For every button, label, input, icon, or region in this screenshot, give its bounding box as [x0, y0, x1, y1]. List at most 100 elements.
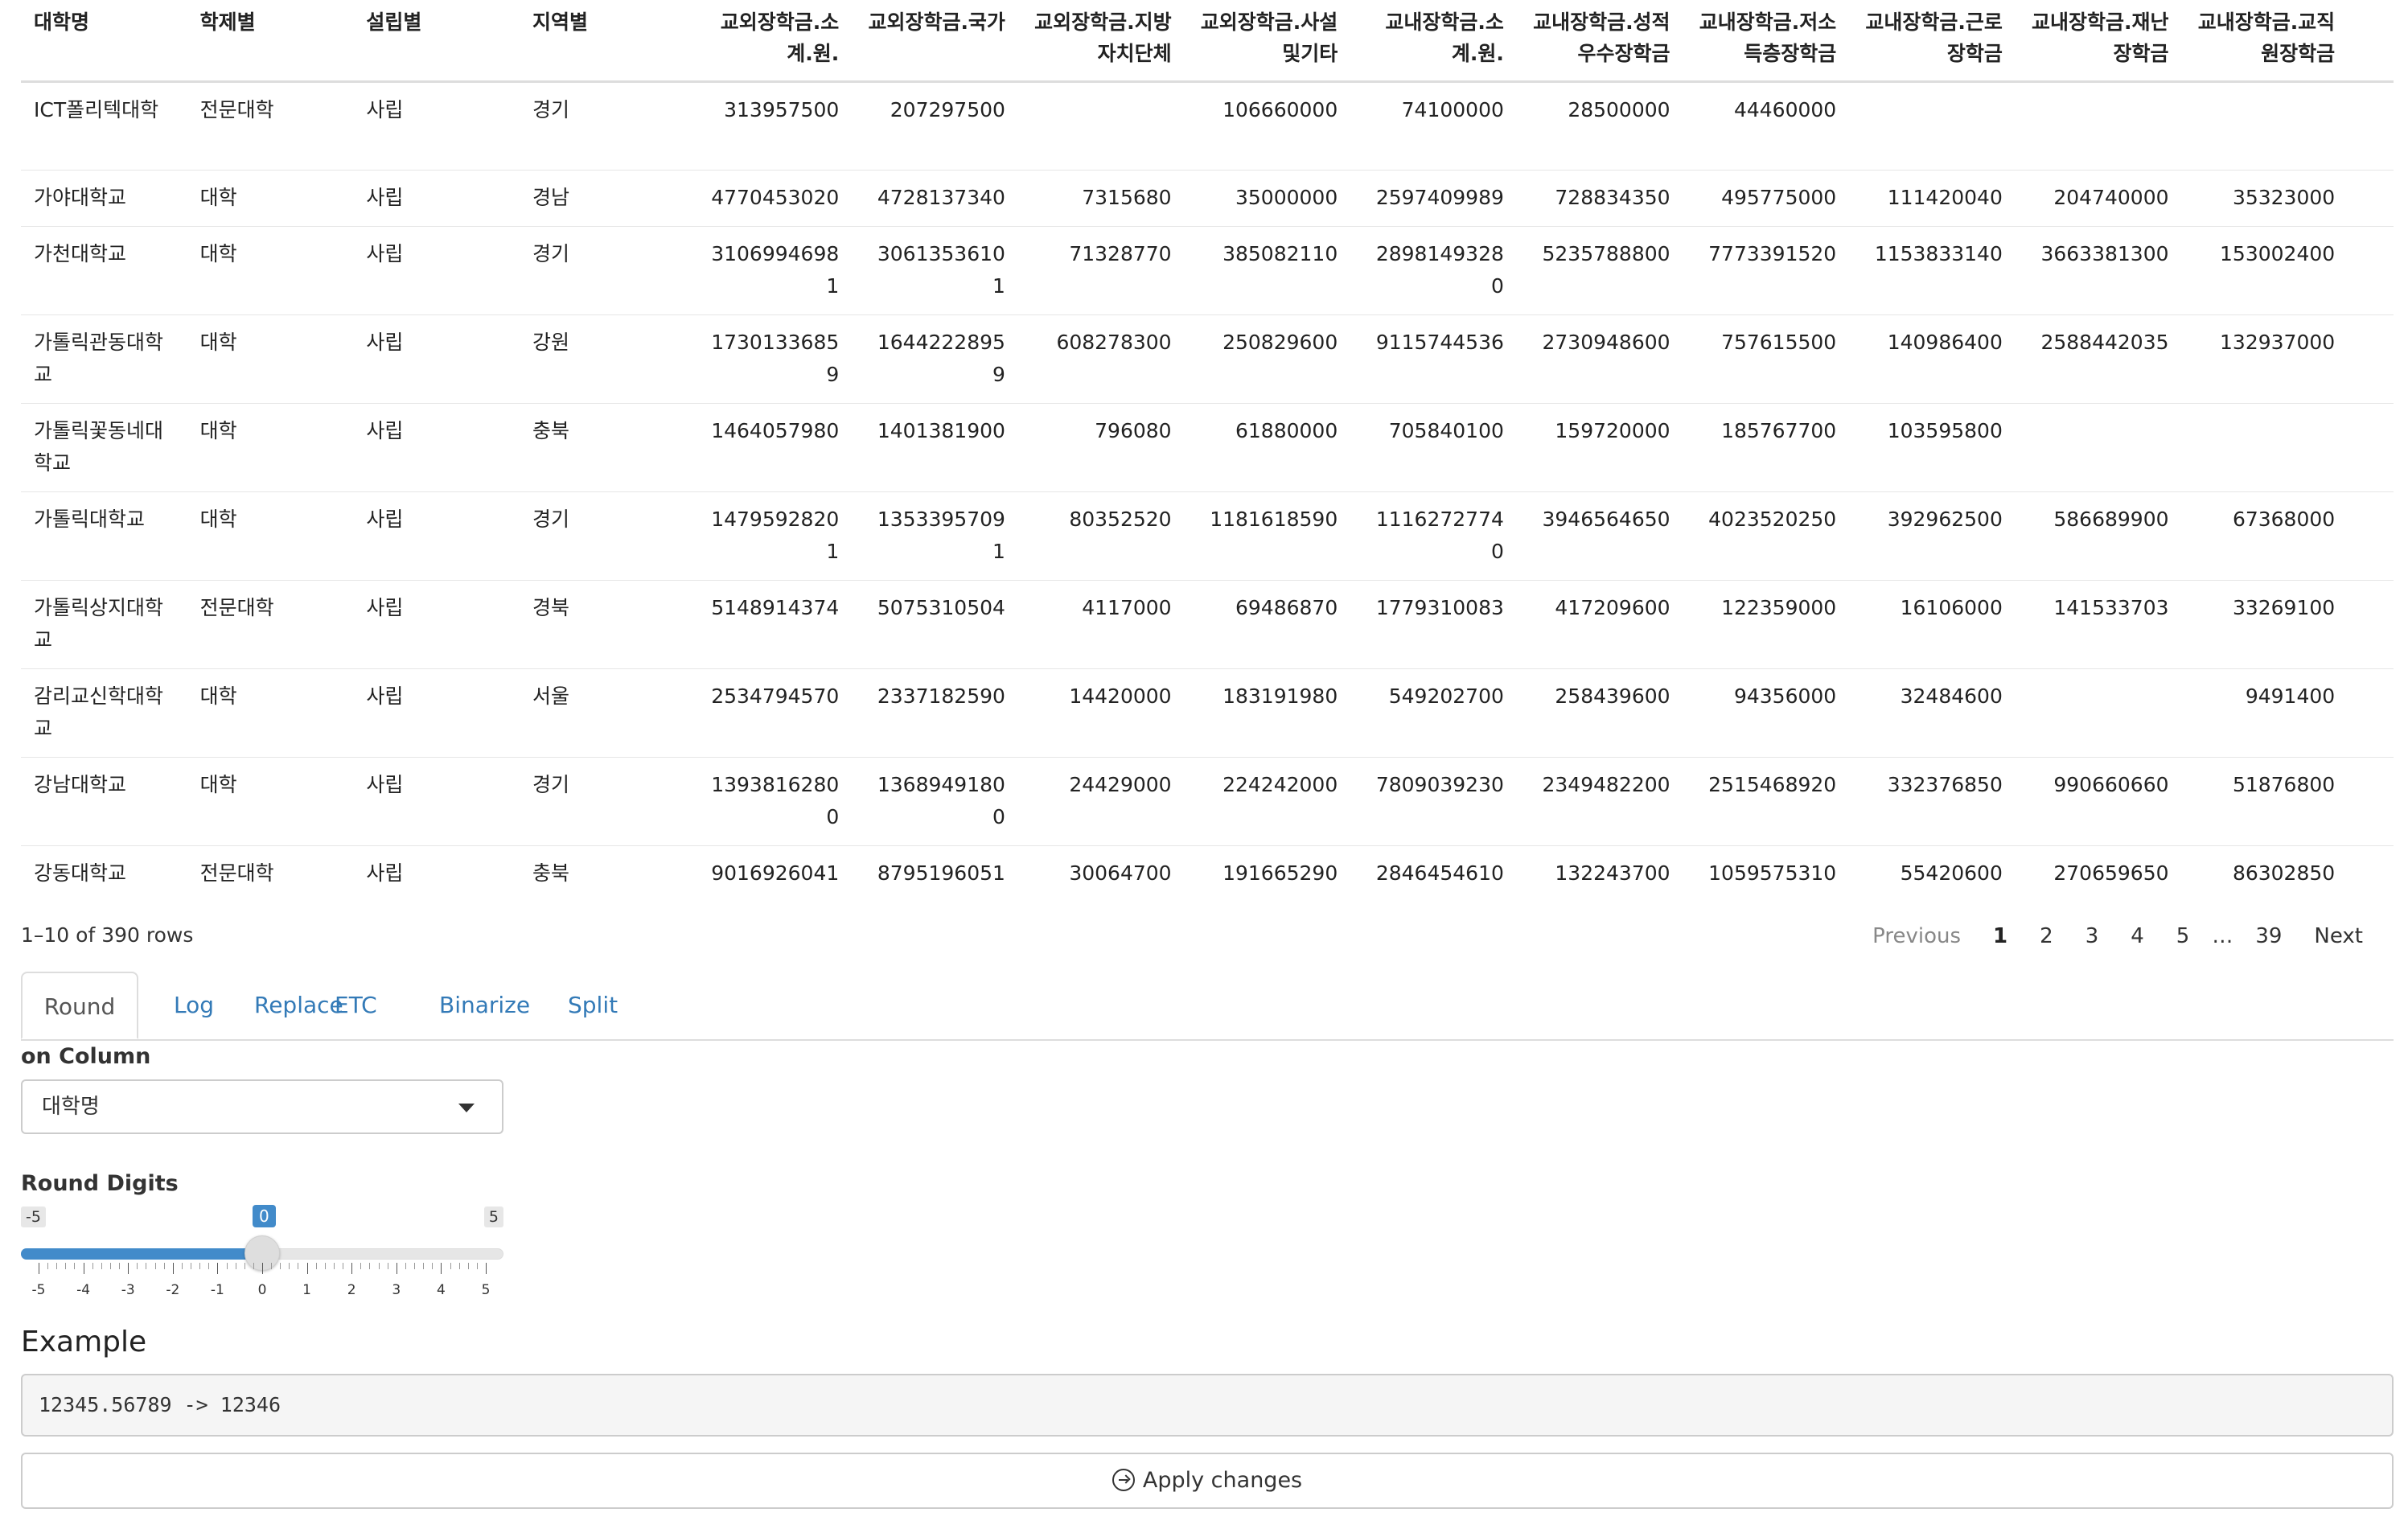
column-header[interactable]: 교내장학금.저소득층장학금 [1683, 0, 1850, 83]
tab-split[interactable]: Split [568, 972, 618, 1039]
table-cell: 705840100 [1350, 403, 1517, 492]
table-cell: 4117000 [1017, 580, 1185, 669]
table-cell: 가톨릭대학교 [21, 491, 187, 581]
table-row[interactable]: 가천대학교 대학 사립 경기 31069946981 30613536101 7132877… [21, 226, 2394, 315]
table-row[interactable]: 가톨릭꽃동네대학교 대학 사립 충북 1464057980 1401381900 79608… [21, 403, 2394, 492]
column-header[interactable]: 지역별 [519, 0, 686, 83]
tab-binarize[interactable]: Binarize [439, 972, 530, 1039]
table-cell: 강남대학교 [21, 757, 187, 846]
tab-replace[interactable]: Replace [254, 972, 343, 1039]
table-cell: 10488326 [2348, 580, 2394, 669]
table-cell: 3946564650 [1516, 491, 1683, 581]
column-label: on Column [21, 1044, 151, 1069]
pagination-page-4[interactable]: 4 [2114, 910, 2160, 962]
table-cell: 153002400 [2181, 226, 2348, 315]
table-cell: 2515468920 [1683, 757, 1850, 846]
slider-tick [208, 1263, 210, 1269]
table-row[interactable]: ICT폴리텍대학 전문대학 사립 경기 313957500 207297500 106660… [21, 81, 2394, 171]
slider-tick [119, 1263, 121, 1269]
slider-tick [56, 1263, 58, 1269]
apply-changes-label: Apply changes [1142, 1468, 1303, 1493]
table-cell [2015, 81, 2182, 171]
slider-tick [450, 1263, 451, 1269]
column-header[interactable]: 설립별 [353, 0, 520, 83]
table-cell: 9491400 [2181, 668, 2348, 758]
table-cell: 586689900 [2015, 491, 2182, 581]
table-cell: 4728137340 [852, 170, 1018, 227]
table-cell: 서울 [519, 668, 686, 758]
column-header[interactable]: 교내장학금 [2348, 0, 2394, 83]
round-digits-slider[interactable]: -5 5 0 -5 -4 -3 -2 -1 0 1 2 3 4 5 [21, 1198, 503, 1303]
pagination-page-1[interactable]: 1 [1977, 910, 2024, 962]
table-cell: 1401381900 [852, 403, 1018, 492]
table-cell: 4023520250 [1683, 491, 1850, 581]
apply-changes-button[interactable]: Apply changes [21, 1453, 2394, 1509]
slider-tick [226, 1263, 228, 1269]
tab-round[interactable]: Round [21, 972, 138, 1039]
pagination-page-3[interactable]: 3 [2069, 910, 2115, 962]
column-header[interactable]: 교외장학금.국가 [852, 0, 1018, 83]
column-header[interactable]: 교내장학금.근로장학금 [1849, 0, 2016, 83]
slider-tick [306, 1263, 308, 1274]
column-header[interactable]: 교내장학금.교직원장학금 [2181, 0, 2348, 83]
pagination-next-button[interactable]: Next [2298, 910, 2379, 962]
table-row[interactable]: 가야대학교 대학 사립 경남 4770453020 4728137340 7315680 35… [21, 170, 2394, 227]
table-cell: 사립 [353, 491, 520, 581]
column-select[interactable]: 대학명 [21, 1079, 503, 1134]
table-cell: 332376850 [1849, 757, 2016, 846]
table-row[interactable]: 가톨릭대학교 대학 사립 경기 14795928201 13533957091 803525… [21, 491, 2394, 581]
column-header[interactable]: 교내장학금.소계.원. [1350, 0, 1517, 83]
table-cell: 2730948600 [1516, 314, 1683, 404]
table-cell [2181, 403, 2348, 492]
table-cell: 61880000 [1184, 403, 1351, 492]
slider-tick-label: -4 [76, 1282, 91, 1298]
slider-tick [315, 1263, 317, 1269]
column-header[interactable]: 교외장학금.소계.원. [685, 0, 853, 83]
table-cell [2181, 81, 2348, 171]
table-row[interactable]: 강동대학교 전문대학 사립 충북 9016926041 8795196051 3006470… [21, 845, 2394, 901]
table-cell: 80352520 [1017, 491, 1185, 581]
table-cell: 5075310504 [852, 580, 1018, 669]
pagination-page-last[interactable]: 39 [2239, 910, 2298, 962]
column-header[interactable]: 학제별 [187, 0, 354, 83]
table-cell: 111420040 [1849, 170, 2016, 227]
table-cell: 사립 [353, 226, 520, 315]
slider-tick [47, 1263, 49, 1269]
slider-tick [92, 1263, 93, 1269]
table-cell: 대학 [187, 170, 354, 227]
table-cell: 16106000 [1849, 580, 2016, 669]
pagination-page-5[interactable]: 5 [2160, 910, 2206, 962]
table-cell: 사립 [353, 170, 520, 227]
pagination-previous-button[interactable]: Previous [1856, 910, 1977, 962]
table-row[interactable]: 감리교신학대학교 대학 사립 서울 2534794570 2337182590 144200… [21, 668, 2394, 758]
table-row[interactable]: 강남대학교 대학 사립 경기 13938162800 13689491800 2442900… [21, 757, 2394, 846]
pagination-page-2[interactable]: 2 [2024, 910, 2069, 962]
table-cell: 86302850 [2181, 845, 2348, 901]
table-cell: 사립 [353, 845, 520, 901]
slider-tick [172, 1263, 174, 1274]
table-cell: 185767700 [1683, 403, 1850, 492]
slider-fill [21, 1248, 262, 1260]
column-header[interactable]: 교외장학금.사설및기타 [1184, 0, 1351, 83]
column-header[interactable]: 교내장학금.성적우수장학금 [1516, 0, 1683, 83]
table-cell: 495775000 [1683, 170, 1850, 227]
table-cell: 30613536101 [852, 226, 1018, 315]
table-row[interactable]: 가톨릭관동대학교 대학 사립 강원 17301336859 16442228959 6082… [21, 314, 2394, 404]
table-cell: 313957500 [685, 81, 853, 171]
pagination-ellipsis: … [2212, 924, 2233, 948]
column-header[interactable]: 교내장학금.재난장학금 [2015, 0, 2182, 83]
tab-log[interactable]: Log [174, 972, 214, 1039]
column-header[interactable]: 대학명 [21, 0, 187, 83]
slider-tick [333, 1263, 335, 1269]
table-cell: 417209600 [1516, 580, 1683, 669]
table-cell: 21456224 [2348, 491, 2394, 581]
column-select-value: 대학명 [42, 1095, 100, 1119]
table-row[interactable]: 가톨릭상지대학교 전문대학 사립 경북 5148914374 5075310504 4117… [21, 580, 2394, 669]
table-cell: 159720000 [1516, 403, 1683, 492]
column-header[interactable]: 교외장학금.지방자치단체 [1017, 0, 1185, 83]
slider-tick [351, 1263, 353, 1274]
tab-etc[interactable]: ETC [335, 972, 377, 1039]
table-cell: 전문대학 [187, 580, 354, 669]
table-cell: 대학 [187, 668, 354, 758]
table-cell: 사립 [353, 81, 520, 171]
